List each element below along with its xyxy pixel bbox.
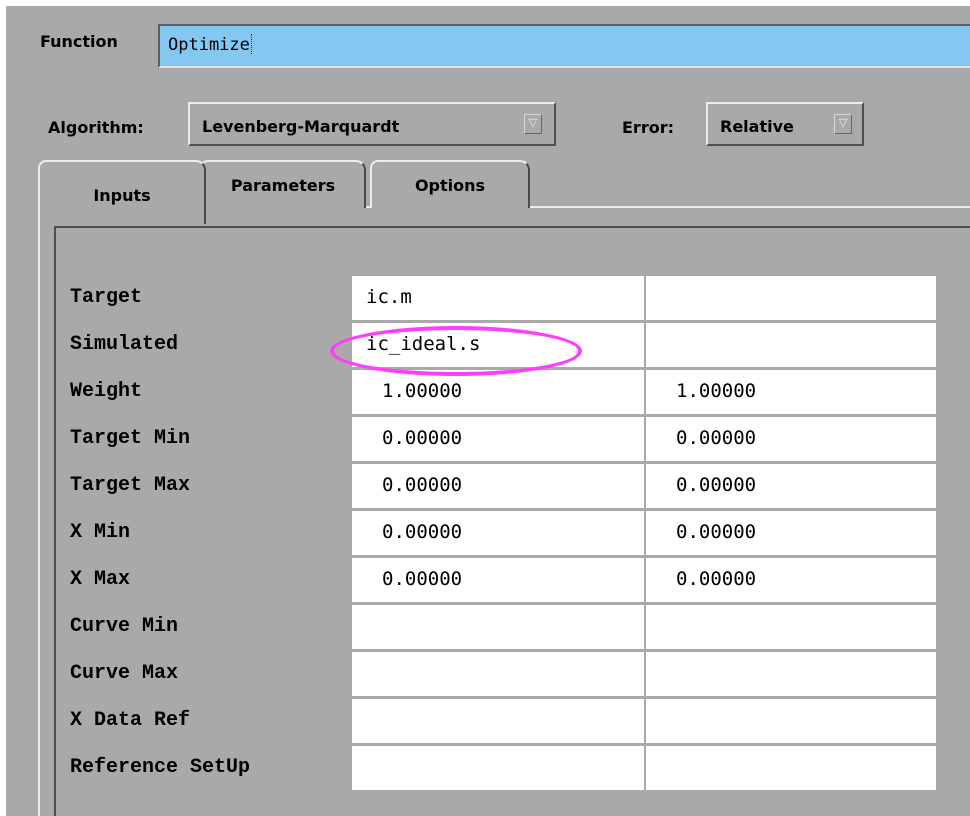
curve-min-col1-input[interactable] — [352, 605, 644, 649]
text-cursor — [250, 34, 254, 54]
error-label: Error: — [622, 118, 674, 137]
target-col1-input[interactable]: ic.m — [352, 276, 644, 320]
tab-inputs-label: Inputs — [93, 186, 151, 205]
algorithm-value: Levenberg-Marquardt — [202, 117, 400, 136]
x-max-col2-input[interactable]: 0.00000 — [646, 558, 936, 602]
target-min-col2-input[interactable]: 0.00000 — [646, 417, 936, 461]
algorithm-label: Algorithm: — [48, 118, 144, 137]
algorithm-dropdown[interactable]: Levenberg-Marquardt ▽ — [188, 102, 556, 146]
curve-max-col1-input[interactable] — [352, 652, 644, 696]
curve-max-col2-input[interactable] — [646, 652, 936, 696]
function-label: Function — [40, 32, 118, 51]
row-label-target-max: Target Max — [70, 474, 191, 497]
error-value: Relative — [720, 117, 794, 136]
reference-setup-col2-input[interactable] — [646, 746, 936, 790]
curve-min-col2-input[interactable] — [646, 605, 936, 649]
row-label-x-min: X Min — [70, 521, 131, 544]
tab-inputs[interactable]: Inputs — [38, 160, 206, 224]
tab-parameters[interactable]: Parameters — [200, 160, 366, 208]
x-data-ref-col2-input[interactable] — [646, 699, 936, 743]
target-max-col2-input[interactable]: 0.00000 — [646, 464, 936, 508]
row-label-curve-max: Curve Max — [70, 662, 179, 685]
function-field[interactable]: Optimize — [158, 24, 970, 68]
x-data-ref-col1-input[interactable] — [352, 699, 644, 743]
error-dropdown[interactable]: Relative ▽ — [706, 102, 864, 146]
x-max-col1-input[interactable]: 0.00000 — [352, 558, 644, 602]
x-min-col2-input[interactable]: 0.00000 — [646, 511, 936, 555]
tab-options[interactable]: Options — [370, 160, 530, 208]
row-label-target: Target — [70, 286, 143, 309]
row-label-curve-min: Curve Min — [70, 615, 179, 638]
row-label-x-max: X Max — [70, 568, 131, 591]
row-label-simulated: Simulated — [70, 333, 179, 356]
target-max-col1-input[interactable]: 0.00000 — [352, 464, 644, 508]
target-min-col1-input[interactable]: 0.00000 — [352, 417, 644, 461]
target-col2-input[interactable] — [646, 276, 936, 320]
x-min-col1-input[interactable]: 0.00000 — [352, 511, 644, 555]
tab-parameters-label: Parameters — [230, 176, 336, 195]
row-label-x-data-ref: X Data Ref — [70, 709, 191, 732]
weight-col2-input[interactable]: 1.00000 — [646, 370, 936, 414]
tab-options-label: Options — [414, 176, 486, 195]
function-value: Optimize — [168, 35, 250, 55]
row-label-target-min: Target Min — [70, 427, 191, 450]
dropdown-arrow-icon: ▽ — [524, 114, 542, 134]
row-label-reference-setup: Reference SetUp — [70, 756, 251, 779]
reference-setup-col1-input[interactable] — [352, 746, 644, 790]
weight-col1-input[interactable]: 1.00000 — [352, 370, 644, 414]
row-label-weight: Weight — [70, 380, 143, 403]
highlight-ellipse-annotation — [330, 326, 582, 376]
dropdown-arrow-icon: ▽ — [834, 114, 852, 134]
simulated-col2-input[interactable] — [646, 323, 936, 367]
